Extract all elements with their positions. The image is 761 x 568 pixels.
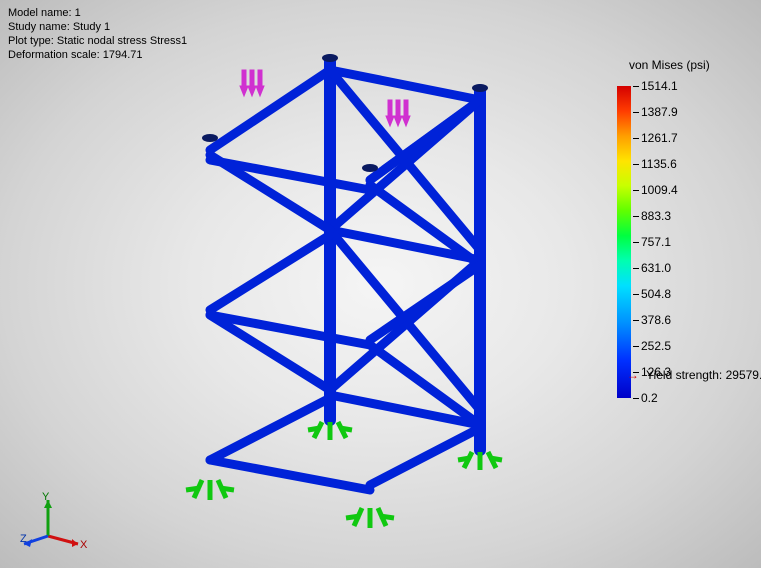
model-name-line: Model name: 1 [8,6,187,20]
load-arrow-icon [240,70,264,96]
legend-tick [633,190,639,191]
legend-tick [633,294,639,295]
legend-tick-label: 1135.6 [641,157,677,171]
legend-title: von Mises (psi) [629,58,710,72]
label: Model name: [8,7,72,19]
legend-tick-label: 631.0 [641,261,671,275]
legend-tick-label: 0.2 [641,391,658,405]
label: Yield strength: [646,368,722,382]
legend-tick [633,112,639,113]
legend-tick [633,216,639,217]
label: Plot type: [8,35,54,47]
legend-tick-label: 1514.1 [641,79,678,93]
legend-tick-label: 1387.9 [641,105,678,119]
load-arrow-icon [386,100,410,126]
legend-tick-label: 1009.4 [641,183,678,197]
viewport[interactable]: Model name: 1 Study name: Study 1 Plot t… [0,0,761,568]
label: Study name: [8,21,70,33]
label: Deformation scale: [8,49,100,61]
coordinate-triad-icon[interactable]: X Y Z [20,492,90,552]
fea-model-view[interactable] [100,30,560,540]
legend-tick-label: 1261.7 [641,131,678,145]
legend-tick [633,242,639,243]
legend-tick [633,320,639,321]
legend-tick [633,346,639,347]
legend-color-bar [617,86,631,398]
value: 29579.5 [726,368,761,382]
yield-strength: → Yield strength: 29579.5 [627,368,761,382]
legend-tick [633,268,639,269]
legend-tick-label: 504.8 [641,287,671,301]
axis-y-label: Y [42,492,50,503]
value: 1 [75,7,81,19]
axis-z-label: Z [20,533,27,545]
arrow-right-icon: → [627,368,639,382]
axis-x-label: X [80,539,88,551]
legend-tick [633,138,639,139]
legend-tick-label: 378.6 [641,313,671,327]
legend-tick [633,164,639,165]
legend-tick [633,398,639,399]
legend-tick [633,86,639,87]
legend-tick-label: 757.1 [641,235,671,249]
legend-tick-label: 252.5 [641,339,671,353]
legend-tick-label: 883.3 [641,209,671,223]
